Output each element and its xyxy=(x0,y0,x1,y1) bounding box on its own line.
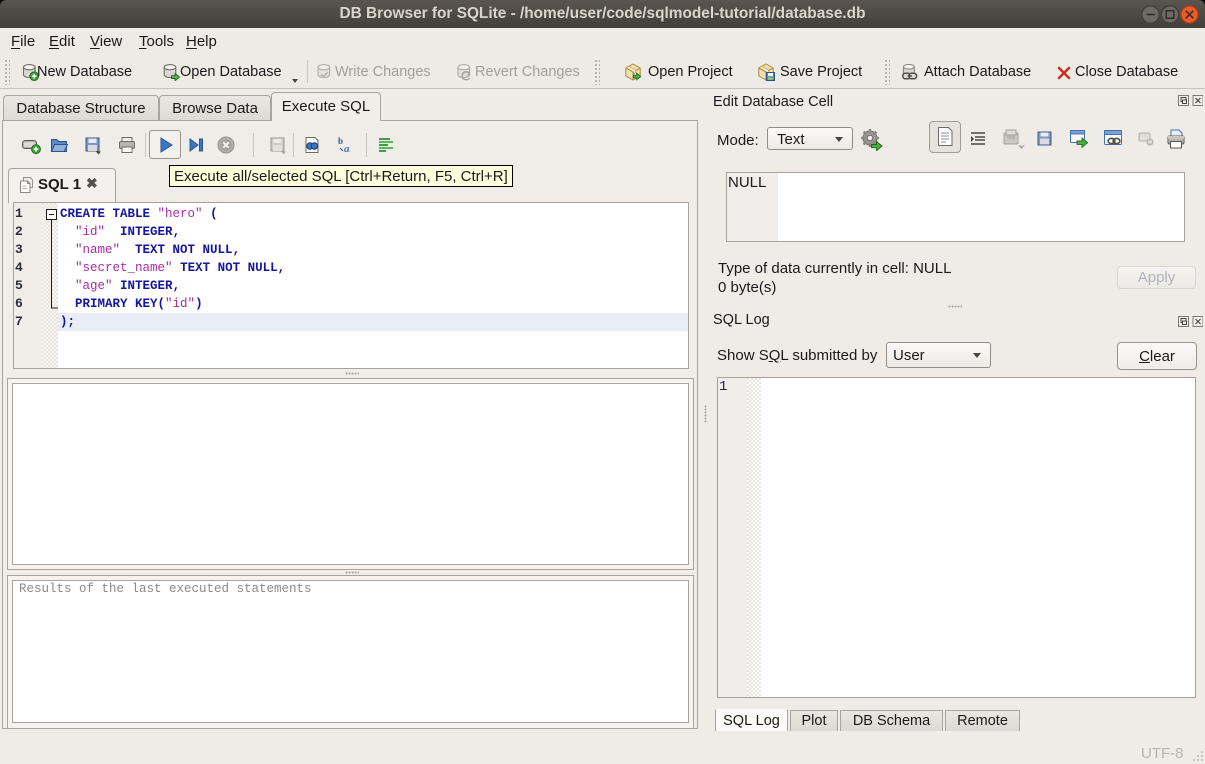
svg-text:a: a xyxy=(344,143,350,155)
svg-text:b: b xyxy=(338,136,343,146)
